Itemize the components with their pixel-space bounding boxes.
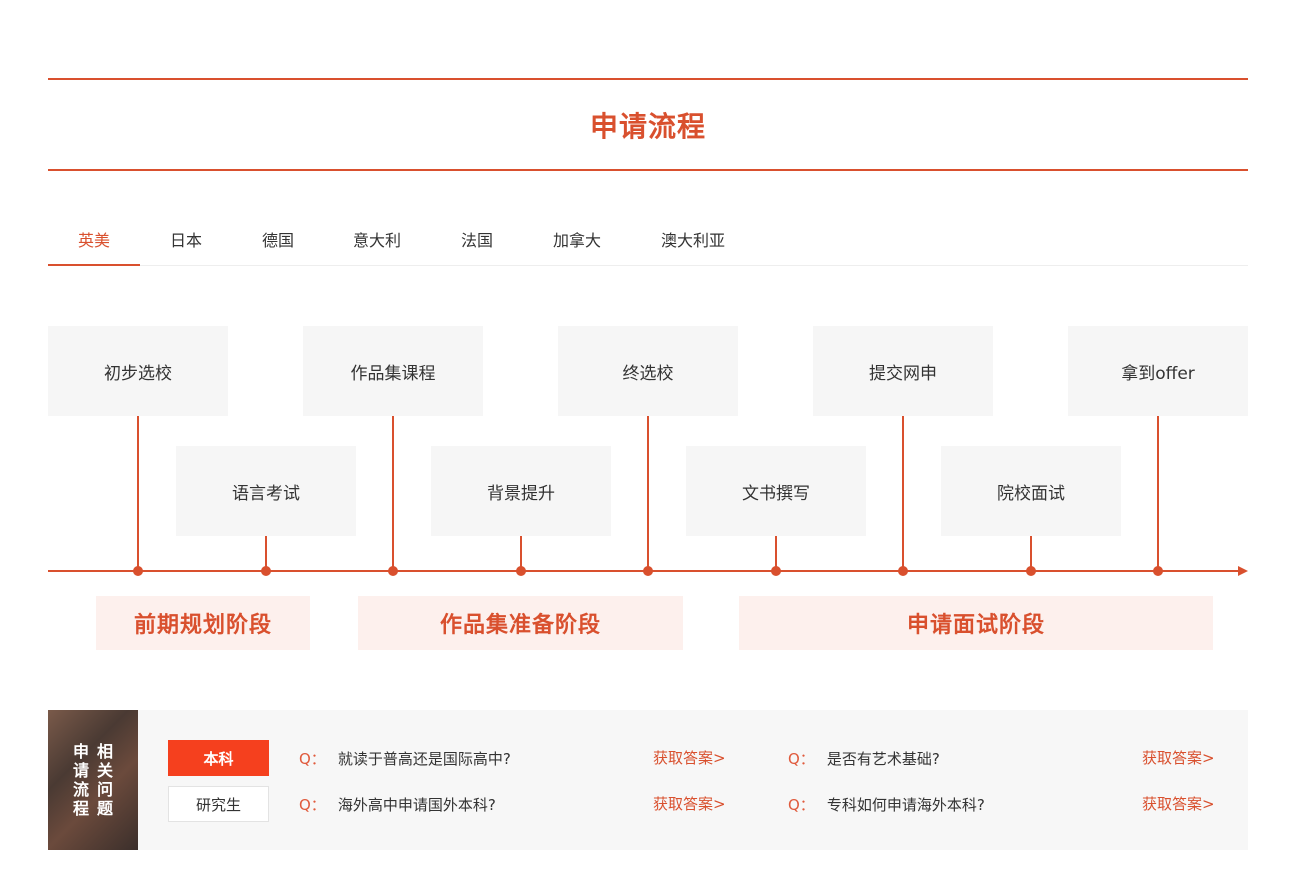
faq-cover-subtitle: 相 关 问 题 <box>97 742 113 818</box>
country-tabs: 英美 日本 德国 意大利 法国 加拿大 澳大利亚 <box>48 218 1248 266</box>
timeline-connector <box>902 416 904 571</box>
timeline-dot <box>516 566 526 576</box>
timeline-step: 文书撰写 <box>686 446 866 536</box>
tab-japan[interactable]: 日本 <box>140 218 232 266</box>
faq-panel: 申 请 流 程 相 关 问 题 本科 研究生 Q： 就读于普高还是国际高中? 获… <box>48 710 1248 850</box>
timeline-dot <box>388 566 398 576</box>
q-prefix: Q： <box>299 749 326 768</box>
faq-cover-char: 题 <box>97 799 114 818</box>
question-text: 是否有艺术基础? <box>826 749 940 768</box>
timeline-step: 终选校 <box>558 326 738 416</box>
faq-cover-char: 程 <box>72 799 89 818</box>
tab-italy[interactable]: 意大利 <box>324 218 430 266</box>
tab-germany[interactable]: 德国 <box>232 218 324 266</box>
tab-france[interactable]: 法国 <box>430 218 524 266</box>
undergraduate-button[interactable]: 本科 <box>168 740 269 776</box>
q-prefix: Q： <box>788 749 815 768</box>
timeline-dot <box>133 566 143 576</box>
faq-question: Q： 就读于普高还是国际高中? <box>299 747 511 769</box>
get-answer-link[interactable]: 获取答案> <box>653 747 726 769</box>
faq-cover-char: 请 <box>72 761 89 780</box>
question-text: 海外高中申请国外本科? <box>337 795 496 814</box>
faq-question: Q： 专科如何申请海外本科? <box>788 793 985 815</box>
timeline-step: 院校面试 <box>941 446 1121 536</box>
timeline-dot <box>898 566 908 576</box>
tab-uk-us[interactable]: 英美 <box>48 218 140 266</box>
faq-cover-char: 相 <box>97 742 114 761</box>
timeline-step: 拿到offer <box>1068 326 1248 416</box>
timeline-step: 初步选校 <box>48 326 228 416</box>
timeline-connector <box>647 416 649 571</box>
timeline-dot <box>643 566 653 576</box>
timeline-step: 背景提升 <box>431 446 611 536</box>
faq-question: Q： 是否有艺术基础? <box>788 747 940 769</box>
faq-question: Q： 海外高中申请国外本科? <box>299 793 496 815</box>
stage-label: 申请面试阶段 <box>739 596 1213 650</box>
tab-australia[interactable]: 澳大利亚 <box>630 218 756 266</box>
timeline-step: 提交网申 <box>813 326 993 416</box>
question-text: 专科如何申请海外本科? <box>826 795 985 814</box>
get-answer-link[interactable]: 获取答案> <box>1142 747 1215 769</box>
faq-cover-char: 关 <box>97 761 114 780</box>
timeline-connector <box>392 416 394 571</box>
faq-cover-char: 流 <box>72 780 89 799</box>
arrow-right-icon <box>1238 566 1248 576</box>
timeline-step: 语言考试 <box>176 446 356 536</box>
timeline-connector <box>1157 416 1159 571</box>
faq-cover-char: 问 <box>97 780 114 799</box>
timeline-dot <box>1153 566 1163 576</box>
section-title: 申请流程 <box>589 109 706 143</box>
graduate-button[interactable]: 研究生 <box>168 786 269 822</box>
timeline-dot <box>1026 566 1036 576</box>
timeline-dot <box>261 566 271 576</box>
timeline-step: 作品集课程 <box>303 326 483 416</box>
get-answer-link[interactable]: 获取答案> <box>653 793 726 815</box>
section-title-band: 申请流程 <box>48 78 1248 171</box>
question-text: 就读于普高还是国际高中? <box>337 749 511 768</box>
tab-canada[interactable]: 加拿大 <box>524 218 630 266</box>
timeline-dot <box>771 566 781 576</box>
timeline-connector <box>137 416 139 571</box>
q-prefix: Q： <box>788 795 815 814</box>
faq-cover-char: 申 <box>72 742 89 761</box>
stage-label: 前期规划阶段 <box>96 596 310 650</box>
faq-cover-image: 申 请 流 程 相 关 问 题 <box>48 710 138 850</box>
faq-cover-title: 申 请 流 程 <box>73 742 89 818</box>
q-prefix: Q： <box>299 795 326 814</box>
get-answer-link[interactable]: 获取答案> <box>1142 793 1215 815</box>
stage-label: 作品集准备阶段 <box>358 596 683 650</box>
